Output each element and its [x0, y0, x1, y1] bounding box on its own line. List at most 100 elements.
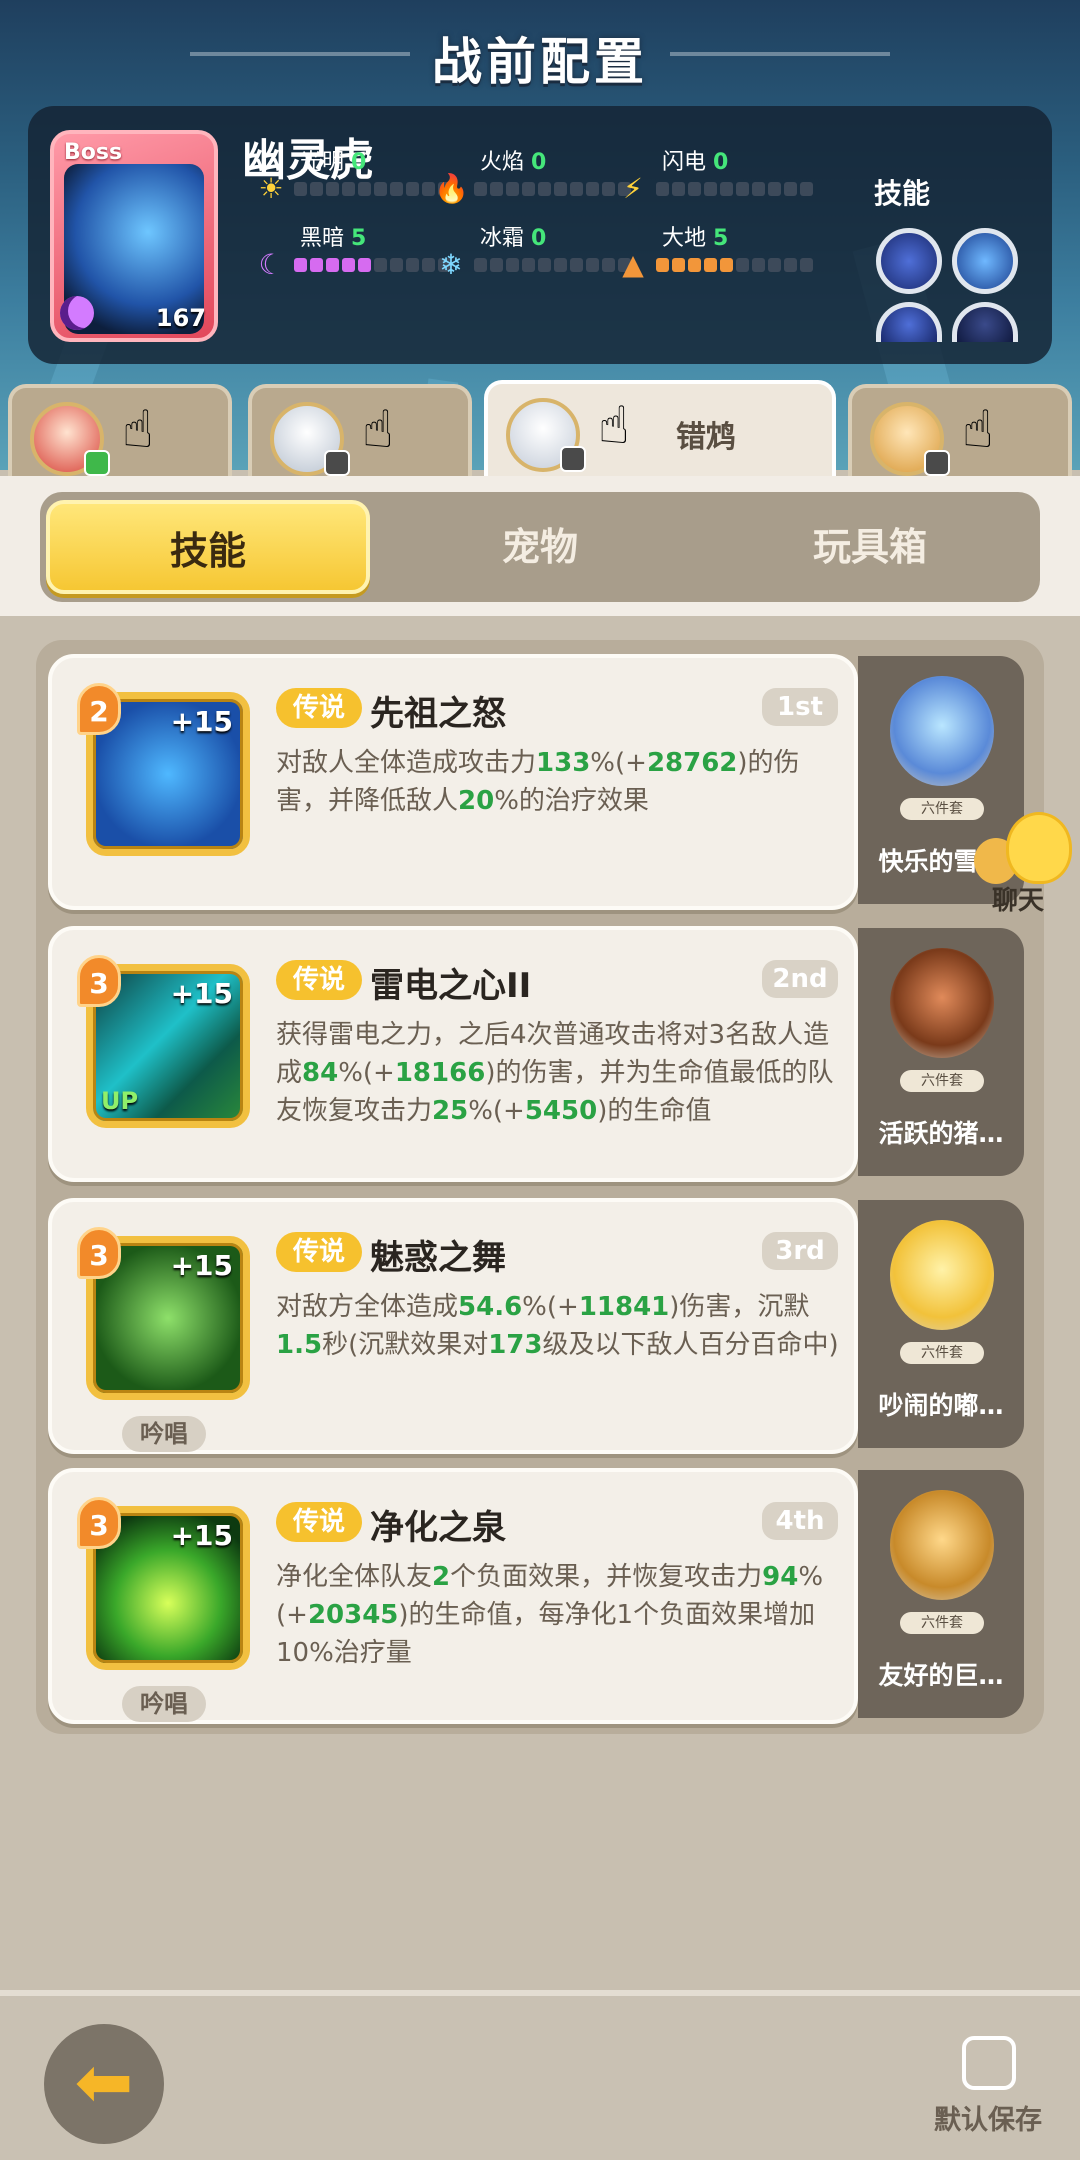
element-bar-segment: [602, 258, 615, 272]
element-bar: [656, 258, 813, 272]
skill-plus-level: +15: [170, 1519, 233, 1552]
element-bar-segment: [554, 258, 567, 272]
pet-slot[interactable]: 六件套 友好的巨…: [858, 1470, 1024, 1718]
element-bar-segment: [406, 258, 419, 272]
tab-toybox[interactable]: 玩具箱: [708, 500, 1032, 594]
element-bar-segment: [294, 182, 307, 196]
element-value: 5: [713, 226, 729, 251]
skill-icon[interactable]: 3 +15: [77, 1497, 250, 1670]
pet-figure: [890, 676, 994, 786]
skill-description-part: %(+: [468, 1096, 525, 1126]
skill-description-part: 20345: [307, 1600, 399, 1630]
back-button[interactable]: ⬅: [44, 2024, 164, 2144]
pet-name: 友好的巨…: [878, 1661, 1004, 1690]
skill-description-part: 对敌方全体造成: [276, 1292, 459, 1322]
boss-skill-icon[interactable]: [952, 228, 1018, 294]
hero-status-badge: [324, 450, 350, 476]
default-save-label[interactable]: 默认保存: [934, 2098, 1042, 2137]
skill-icon[interactable]: 3 +15 UP: [77, 955, 250, 1128]
element-label: 大地 5: [662, 220, 728, 252]
hero-tab[interactable]: ☝: [8, 384, 232, 480]
element-bar-segment: [522, 258, 535, 272]
pet-slot[interactable]: 六件套 活跃的猪…: [858, 928, 1024, 1176]
element-name: 冰霜: [480, 226, 525, 251]
skill-card[interactable]: 3 +15 UP 传说 雷电之心II 2nd 获得雷电之力，之后4次普通攻击将对3名敌人造成…: [48, 926, 858, 1182]
skill-description-part: 2: [432, 1562, 451, 1592]
element-bar-segment: [326, 258, 339, 272]
skill-description-part: %的治疗效果: [494, 786, 649, 816]
boss-portrait[interactable]: Boss 167: [50, 130, 218, 342]
skill-description-part: 对敌人全体造成攻击力: [276, 748, 537, 778]
boss-skill-icon[interactable]: [952, 302, 1018, 342]
element-bar-segment: [752, 182, 765, 196]
pet-name: 吵闹的嘟…: [878, 1391, 1004, 1420]
boss-info-panel: Boss 167 幽灵虎 ☀ 光明 0 🔥 火焰 0 ⚡ 闪电 0 ☾ 黑暗 5 ❄ 冰霜 0 ▲ 大…: [28, 106, 1052, 364]
skill-description-part: %(+: [522, 1292, 579, 1322]
hero-tab[interactable]: ☝: [848, 384, 1072, 480]
skill-order-badge: 2nd: [762, 960, 838, 998]
rarity-badge: 传说: [276, 1502, 362, 1542]
rarity-badge: 传说: [276, 1232, 362, 1272]
boss-skill-icon[interactable]: [876, 228, 942, 294]
element-bar-segment: [310, 258, 323, 272]
chat-face-icon: [1006, 812, 1072, 884]
skill-card[interactable]: 2 +15 传说 先祖之怒 1st 对敌人全体造成攻击力133%(+28762)的伤害，并…: [48, 654, 858, 910]
skill-card[interactable]: 3 +15 吟唱 传说 魅惑之舞 3rd 对敌方全体造成54.6%(+11841)伤害，沉默…: [48, 1198, 858, 1454]
tap-hand-icon: ☝: [962, 400, 994, 460]
element-label: 黑暗 5: [300, 220, 366, 252]
default-save-checkbox[interactable]: [962, 2036, 1016, 2090]
skill-description-part: 净化全体队友: [276, 1562, 433, 1592]
skill-plus-level: +15: [170, 1249, 233, 1282]
element-bar-segment: [688, 258, 701, 272]
hero-name: 错鸩: [676, 420, 736, 455]
element-bar-segment: [490, 258, 503, 272]
tab-pets[interactable]: 宠物: [378, 500, 702, 594]
skill-description: 对敌方全体造成54.6%(+11841)伤害，沉默 1.5秒(沉默效果对173级及…: [276, 1288, 848, 1364]
element-bar-segment: [720, 182, 733, 196]
tab-skills[interactable]: 技能: [46, 500, 370, 594]
element-bar-segment: [656, 258, 669, 272]
element-label: 冰霜 0: [480, 220, 546, 252]
element-bar-segment: [704, 182, 717, 196]
chat-label[interactable]: 聊天: [992, 880, 1044, 917]
element-bar: [294, 258, 451, 272]
element-name: 闪电: [662, 150, 707, 175]
skill-description-part: 5450: [524, 1096, 598, 1126]
sun-icon: ☀: [258, 172, 284, 205]
element-bar-segment: [656, 182, 669, 196]
element-bar-segment: [688, 182, 701, 196]
element-bar-segment: [374, 182, 387, 196]
skill-description: 获得雷电之力，之后4次普通攻击将对3名敌人造成84%(+18166)的伤害，并为…: [276, 1016, 848, 1130]
pet-slot[interactable]: 六件套 吵闹的嘟…: [858, 1200, 1024, 1448]
element-bar-segment: [570, 258, 583, 272]
element-bar-segment: [736, 182, 749, 196]
skill-description: 净化全体队友2个负面效果，并恢复攻击力94%(+20345)的生命值，每净化1个…: [276, 1558, 848, 1672]
element-bar-segment: [784, 258, 797, 272]
element-bar-segment: [390, 258, 403, 272]
skill-icon[interactable]: 2 +15: [77, 683, 250, 856]
element-bar: [656, 182, 813, 196]
element-bar-segment: [506, 182, 519, 196]
hero-tab-active[interactable]: ☝ 错鸩: [484, 380, 836, 484]
back-arrow-icon: ⬅: [74, 2041, 134, 2123]
hero-tab[interactable]: ☝: [248, 384, 472, 480]
element-bar-segment: [672, 258, 685, 272]
element-label: 光明 0: [300, 144, 366, 176]
element-bar-segment: [800, 182, 813, 196]
skill-plus-level: +15: [170, 977, 233, 1010]
element-bar-segment: [358, 258, 371, 272]
snowflake-icon: ❄: [439, 248, 463, 281]
skill-description-part: 1.5: [276, 1330, 323, 1360]
skill-icon[interactable]: 3 +15: [77, 1227, 250, 1400]
element-stat: ▲ 大地 5: [616, 220, 813, 281]
skill-card[interactable]: 3 +15 吟唱 传说 净化之泉 4th 净化全体队友2个负面效果，并恢复攻击力94%(+2…: [48, 1468, 858, 1724]
skill-name: 魅惑之舞: [370, 1238, 506, 1278]
flame-icon: 🔥: [434, 172, 469, 205]
element-bar-segment: [586, 182, 599, 196]
element-bar-segment: [522, 182, 535, 196]
element-bar-segment: [720, 258, 733, 272]
boss-skill-icon[interactable]: [876, 302, 942, 342]
skill-description-part: 18166: [394, 1058, 486, 1088]
tap-hand-icon: ☝: [598, 396, 630, 456]
boss-skills-label: 技能: [874, 177, 931, 210]
